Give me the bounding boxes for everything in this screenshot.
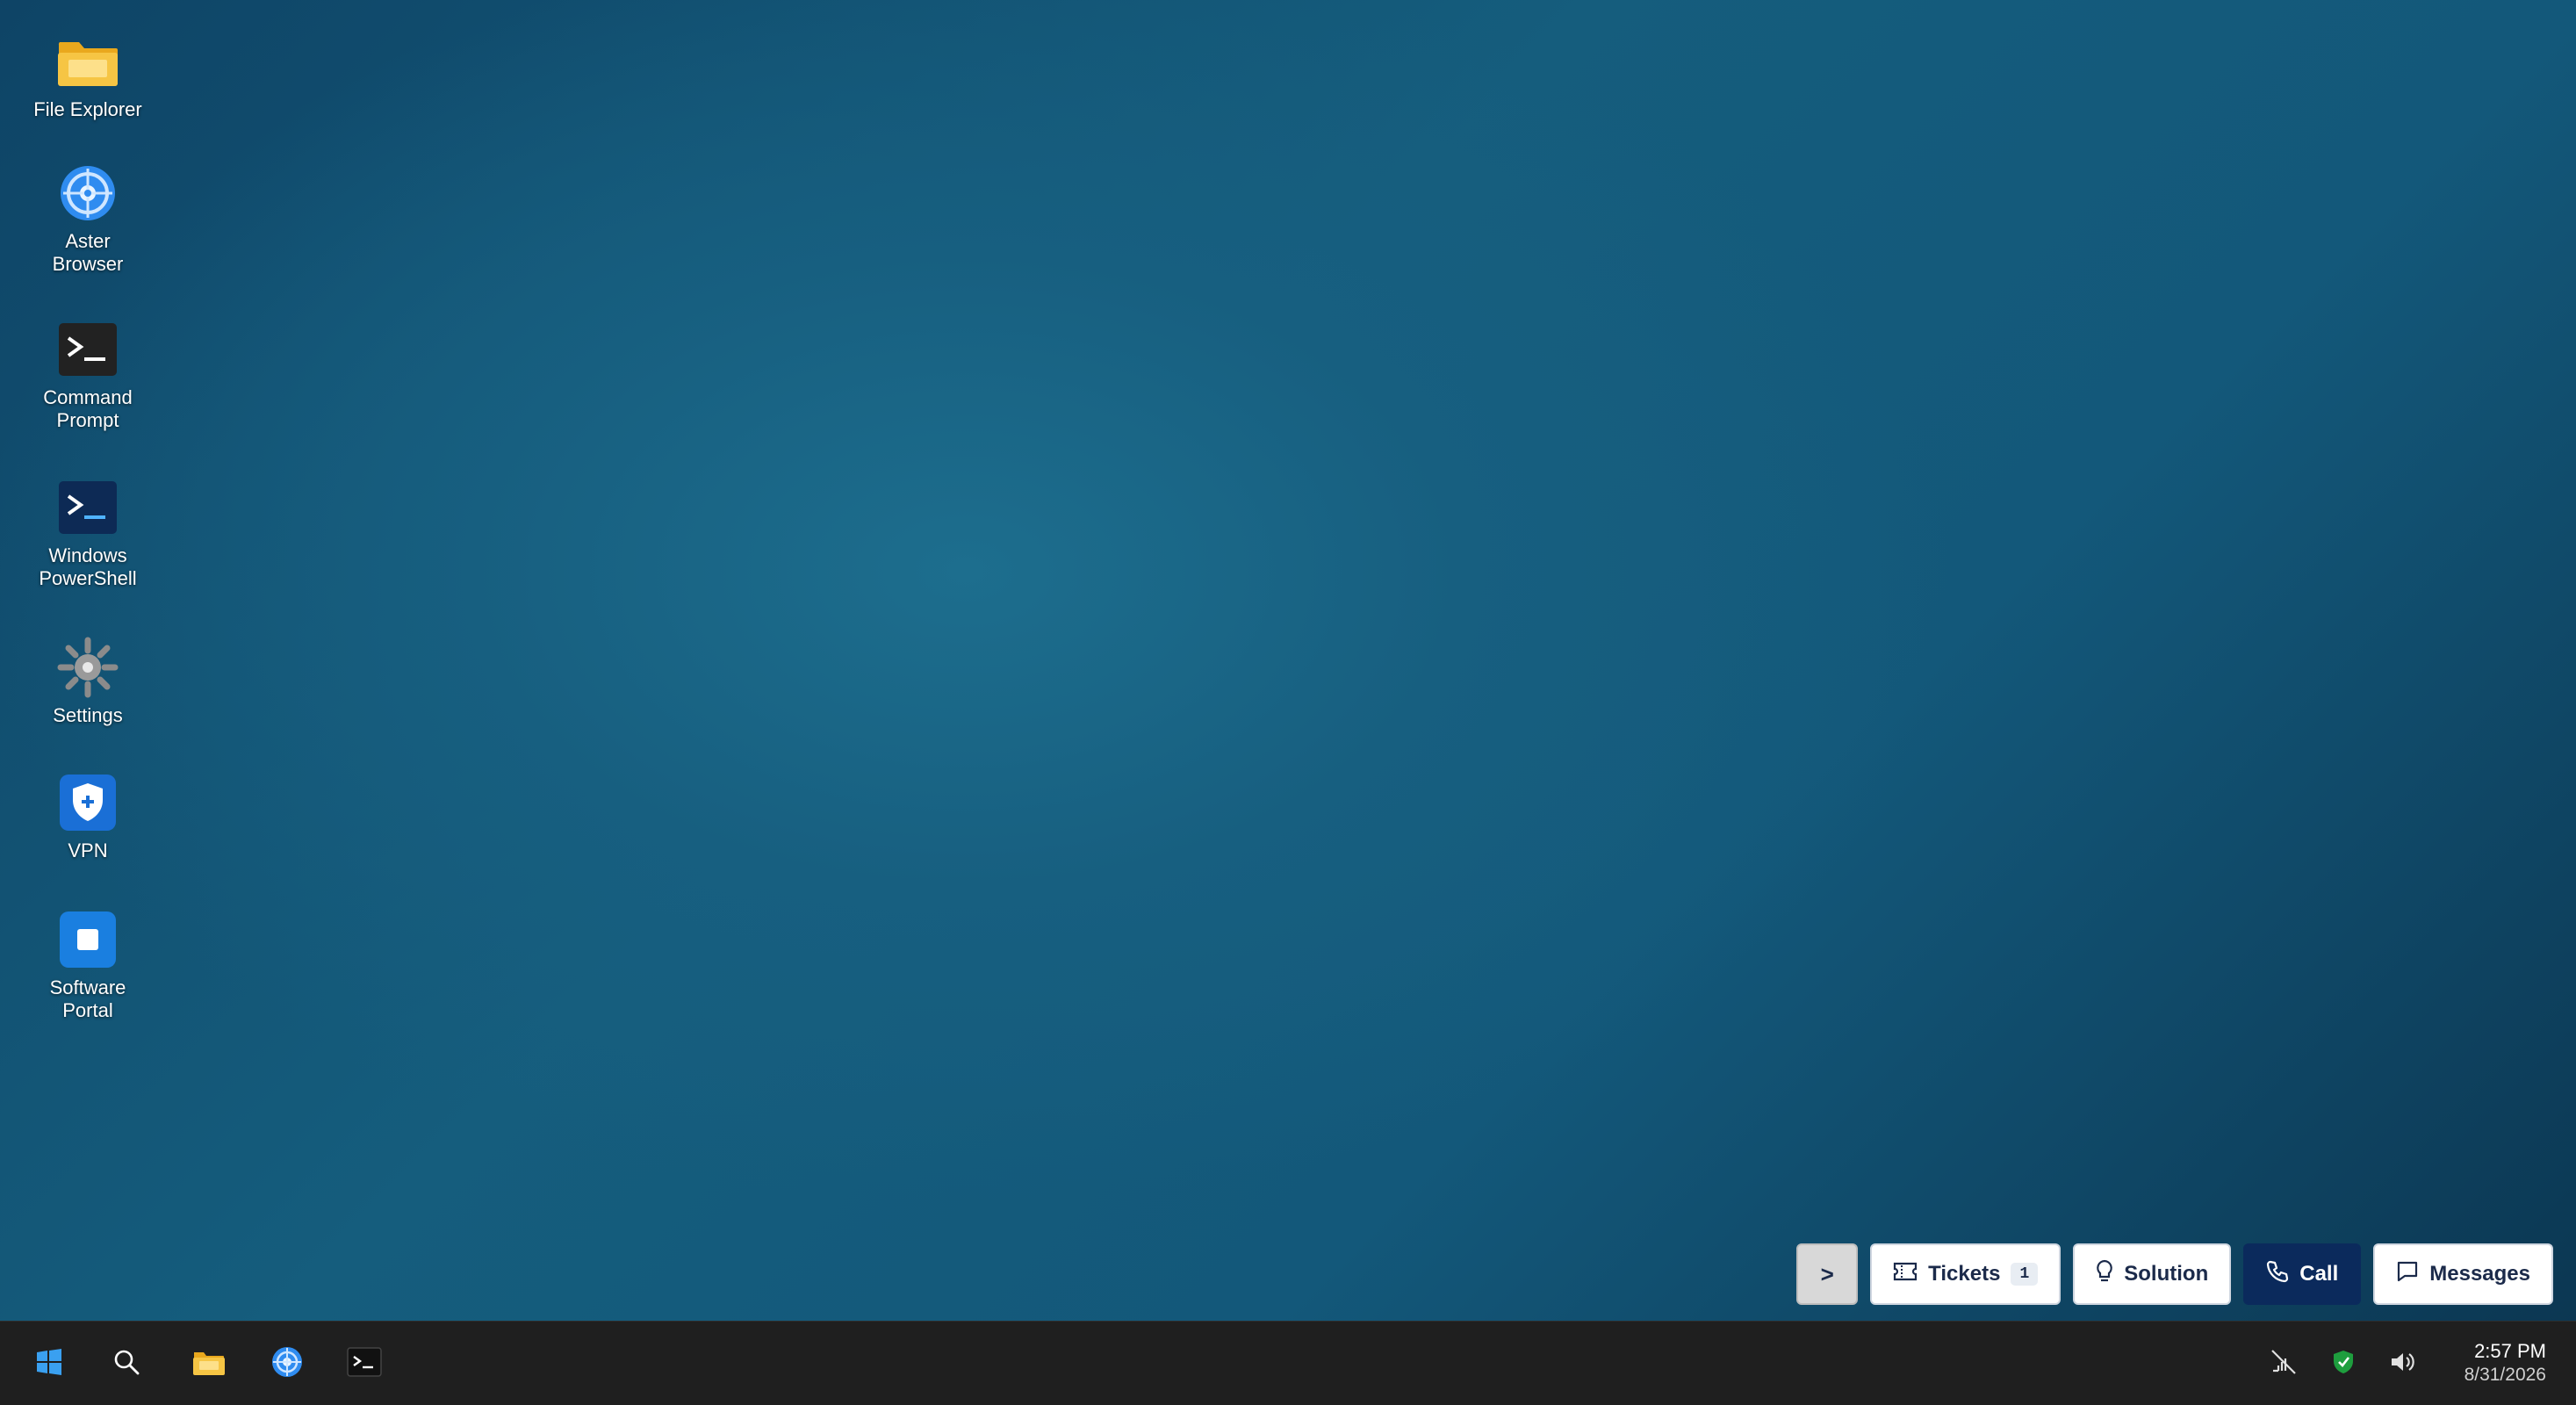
tickets-label: Tickets	[1928, 1262, 2001, 1286]
desktop-icon-label: Software Portal	[49, 976, 126, 1021]
terminal-icon	[56, 318, 119, 381]
messages-label: Messages	[2429, 1262, 2530, 1286]
network-disconnected-icon	[2270, 1348, 2298, 1380]
windows-logo-icon	[36, 1348, 62, 1380]
taskbar-command-prompt[interactable]	[338, 1337, 391, 1390]
chevron-right-icon: >	[1820, 1260, 1834, 1287]
taskbar-aster-browser[interactable]	[261, 1337, 313, 1390]
store-icon	[56, 908, 119, 971]
desktop-icon-aster-browser[interactable]: Aster Browser	[18, 162, 158, 276]
clock-time: 2:57 PM	[2474, 1340, 2546, 1362]
call-button[interactable]: Call	[2243, 1243, 2362, 1305]
solution-button[interactable]: Solution	[2073, 1243, 2232, 1305]
desktop-icon-settings[interactable]: Settings	[18, 636, 158, 727]
desktop-icon-command-prompt[interactable]: Command Prompt	[18, 318, 158, 432]
tickets-button[interactable]: Tickets 1	[1870, 1243, 2062, 1305]
search-icon	[113, 1349, 140, 1380]
folder-icon	[56, 30, 119, 93]
lightbulb-icon	[2096, 1259, 2113, 1290]
call-label: Call	[2299, 1262, 2339, 1286]
desktop-icon-label: Windows PowerShell	[39, 544, 137, 589]
terminal-icon	[347, 1346, 382, 1381]
volume-icon	[2390, 1351, 2416, 1378]
desktop-icon-windows-powershell[interactable]: Windows PowerShell	[18, 476, 158, 590]
taskbar-clock[interactable]: 2:57 PM 8/31/2026	[2464, 1339, 2546, 1387]
desktop-icon-label: VPN	[68, 839, 108, 861]
solution-label: Solution	[2124, 1262, 2209, 1286]
desktop-icon-vpn[interactable]: VPN	[18, 771, 158, 862]
ticket-icon	[1893, 1262, 1918, 1287]
desktop-icon-file-explorer[interactable]: File Explorer	[18, 30, 158, 121]
desktop-icon-software-portal[interactable]: Software Portal	[18, 908, 158, 1022]
gear-icon	[56, 636, 119, 699]
browser-icon	[56, 162, 119, 225]
chat-bubble-icon	[2396, 1260, 2419, 1289]
phone-icon	[2266, 1260, 2289, 1289]
taskbar: 2:57 PM 8/31/2026	[0, 1321, 2576, 1405]
desktop-icon-label: Command Prompt	[43, 386, 133, 431]
network-status-button[interactable]	[2268, 1348, 2299, 1380]
messages-button[interactable]: Messages	[2373, 1243, 2553, 1305]
folder-icon	[192, 1348, 226, 1380]
security-shield-icon	[2332, 1350, 2355, 1379]
powershell-icon	[56, 476, 119, 539]
desktop-icon-label: File Explorer	[33, 98, 142, 120]
support-action-bar: > Tickets 1 Solution Call Messages	[1796, 1243, 2553, 1305]
shield-icon	[56, 771, 119, 834]
search-button[interactable]	[100, 1337, 153, 1390]
collapse-button[interactable]: >	[1796, 1243, 1859, 1305]
security-status-button[interactable]	[2328, 1348, 2359, 1380]
taskbar-file-explorer[interactable]	[183, 1337, 235, 1390]
desktop-icon-label: Settings	[53, 704, 123, 726]
clock-date: 8/31/2026	[2464, 1365, 2546, 1385]
volume-button[interactable]	[2387, 1348, 2419, 1380]
desktop-icon-label: Aster Browser	[52, 230, 124, 275]
browser-icon	[270, 1345, 304, 1383]
start-button[interactable]	[23, 1337, 76, 1390]
tickets-count-badge: 1	[2011, 1263, 2039, 1286]
